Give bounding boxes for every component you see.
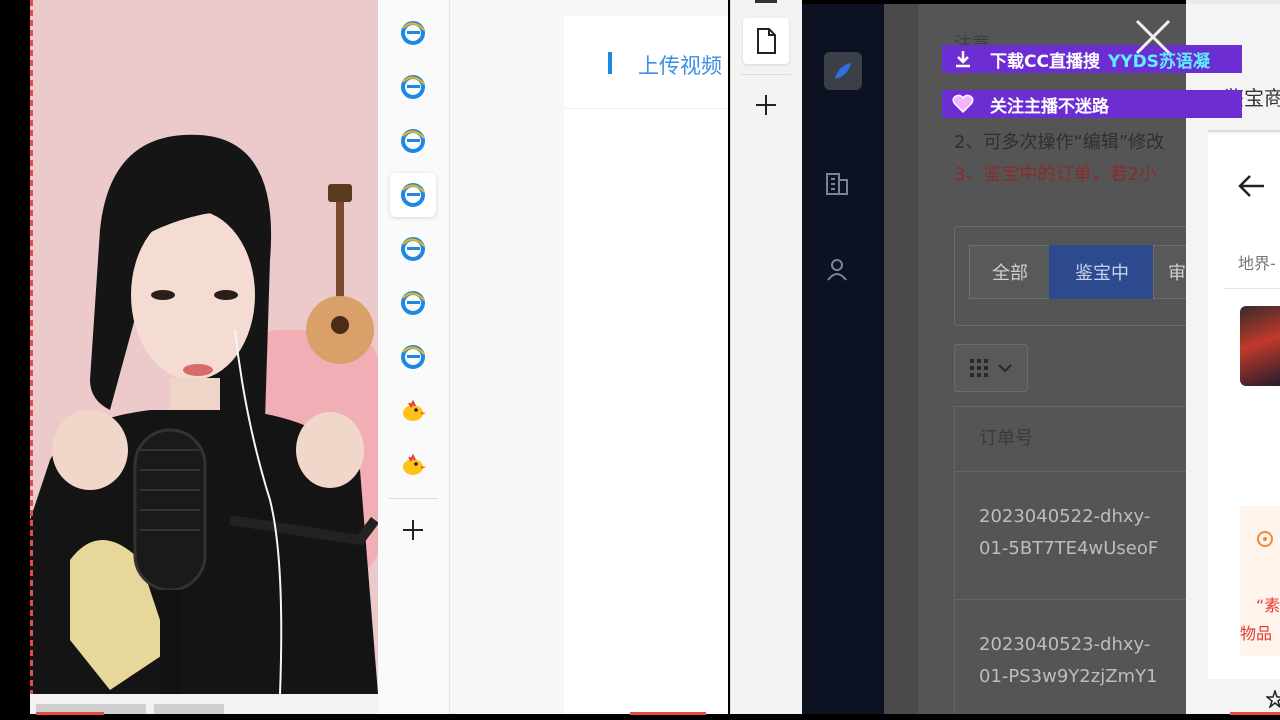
add-app-button[interactable]: [390, 508, 436, 552]
app-icon-browser-7[interactable]: [390, 335, 436, 379]
warning-text-line1: “素: [1256, 596, 1280, 615]
webcam-bottom-strip: [30, 694, 378, 714]
heart-icon: [950, 92, 976, 116]
chevron-down-icon: [998, 364, 1012, 373]
browser-e-icon: [401, 291, 425, 315]
app-icon-browser-5[interactable]: [390, 227, 436, 271]
user-icon: [827, 259, 847, 281]
nav-user[interactable]: [824, 256, 850, 286]
grid-icon: [970, 359, 988, 377]
column-settings-button[interactable]: [954, 344, 1028, 392]
chick-icon: [403, 399, 426, 421]
progress-marker: [1230, 712, 1280, 715]
toolbar-divider: [741, 74, 791, 75]
strip-segment: [154, 704, 224, 714]
back-button[interactable]: [1238, 174, 1266, 202]
upload-divider: [564, 108, 728, 109]
phone-subtitle: 地界-: [1238, 254, 1276, 273]
title-accent-bar: [608, 52, 612, 74]
download-cc-banner: 下载CC直播搜 YYDS苏语凝: [942, 45, 1242, 73]
nav-building[interactable]: [824, 170, 850, 200]
order-number-line2: 01-5BT7TE4wUseoF: [979, 538, 1159, 559]
favorite-button[interactable]: [1264, 688, 1280, 712]
admin-nav-rail: [802, 4, 884, 714]
upload-panel: 上传视频: [450, 0, 728, 714]
phone-top-bar: [1186, 0, 1280, 4]
follow-streamer-banner: 关注主播不迷路: [942, 90, 1242, 118]
progress-marker: [36, 712, 104, 715]
document-toolbar: [730, 0, 802, 714]
product-thumbnail[interactable]: [1240, 306, 1280, 386]
browser-e-icon: [401, 75, 425, 99]
order-number-line2: 01-PS3w9Y2zjZmY1: [979, 666, 1158, 687]
browser-e-icon: [401, 237, 425, 261]
tab-review[interactable]: 审: [1153, 245, 1186, 299]
table-header: 订单号: [955, 407, 1186, 472]
tab-all[interactable]: 全部: [969, 245, 1051, 299]
warning-text-line2: 物品: [1240, 624, 1273, 643]
star-icon: [1264, 688, 1280, 710]
order-table: 订单号 2023040522-dhxy- 01-5BT7TE4wUseoF 20…: [954, 406, 1186, 714]
upload-card: [564, 16, 728, 714]
toolbar-top-mark: [755, 0, 777, 3]
add-document-button[interactable]: [755, 94, 777, 120]
browser-e-icon: [401, 129, 425, 153]
phone-header-divider: [1208, 130, 1280, 132]
plus-icon: [756, 95, 776, 115]
logo-icon: [835, 63, 851, 79]
order-number-line1: 2023040523-dhxy-: [979, 634, 1151, 655]
upload-video-title: 上传视频: [638, 54, 722, 78]
browser-e-icon: [401, 183, 425, 207]
streamer-webcam: [30, 0, 378, 694]
app-icon-browser-1[interactable]: [390, 11, 436, 55]
order-number-line1: 2023040522-dhxy-: [979, 506, 1151, 527]
download-icon: [950, 47, 976, 71]
app-icon-sidebar: [378, 0, 450, 714]
app-icon-browser-4-active[interactable]: [390, 173, 436, 217]
app-logo: [824, 52, 862, 90]
plus-icon: [403, 520, 423, 540]
tab-appraising[interactable]: 鉴宝中: [1049, 245, 1155, 299]
building-icon: [826, 173, 848, 195]
follow-banner-text: 关注主播不迷路: [990, 96, 1109, 117]
browser-e-icon: [401, 345, 425, 369]
warning-box: “素 物品: [1240, 506, 1280, 656]
table-row[interactable]: 2023040522-dhxy- 01-5BT7TE4wUseoF: [955, 471, 1186, 600]
app-icon-browser-2[interactable]: [390, 65, 436, 109]
close-icon: [1135, 19, 1171, 55]
document-button[interactable]: [743, 18, 789, 64]
app-icon-chick-1[interactable]: [390, 389, 436, 433]
progress-marker: [630, 712, 706, 715]
table-row[interactable]: 2023040523-dhxy- 01-PS3w9Y2zjZmY1: [955, 599, 1186, 714]
app-icon-chick-2[interactable]: [390, 443, 436, 487]
streamer-video-frame: [30, 0, 378, 694]
phone-divider: [1224, 288, 1280, 289]
info-icon: [1257, 531, 1273, 547]
app-icon-browser-3[interactable]: [390, 119, 436, 163]
app-icon-browser-6[interactable]: [390, 281, 436, 325]
sidebar-divider: [388, 498, 438, 499]
notice-line-3: 3、鉴宝中的订单，若2小: [954, 164, 1157, 185]
browser-e-icon: [401, 21, 425, 45]
close-overlay-button[interactable]: [1130, 14, 1176, 60]
notice-line-2: 2、可多次操作“编辑”修改: [954, 132, 1165, 153]
document-icon: [757, 28, 776, 54]
arrow-left-icon: [1238, 175, 1264, 197]
download-banner-text: 下载CC直播搜: [990, 51, 1100, 72]
webcam-edge-marker: [30, 0, 33, 694]
order-tabs: 全部 鉴宝中 审: [954, 226, 1186, 326]
column-order-number: 订单号: [979, 428, 1033, 449]
chick-icon: [403, 453, 426, 475]
